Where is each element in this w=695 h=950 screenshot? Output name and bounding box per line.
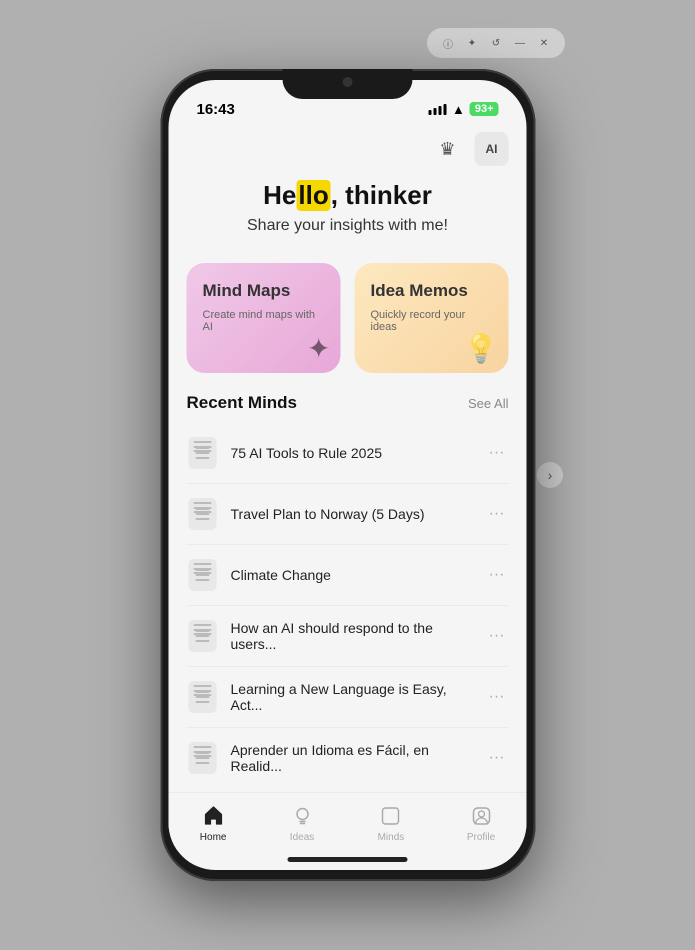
item-text-0: 75 AI Tools to Rule 2025 (231, 445, 473, 461)
notch (283, 69, 413, 99)
minds-icon (378, 803, 404, 829)
bottom-nav: Home Ideas (169, 792, 527, 851)
mind-maps-title: Mind Maps (203, 281, 325, 301)
mind-maps-card[interactable]: Mind Maps Create mind maps with AI ✦ (187, 263, 341, 373)
phone-device: 16:43 ▲ 93+ ♛ AI (160, 69, 535, 881)
list-item[interactable]: Aprender un Idioma es Fácil, en Realid..… (187, 728, 509, 788)
home-icon (200, 803, 226, 829)
content-area[interactable]: ♛ AI Hello, thinker Share your insights … (169, 124, 527, 792)
item-text-5: Aprender un Idioma es Fácil, en Realid..… (231, 742, 473, 774)
recent-list: 75 AI Tools to Rule 2025 ··· Travel Plan… (187, 423, 509, 788)
desktop-background: ⓘ ✦ ↺ — ✕ › 16:43 ▲ (0, 0, 695, 950)
greeting-rest: , thinker (331, 180, 432, 211)
nav-label-home: Home (200, 832, 227, 843)
nav-item-home[interactable]: Home (200, 803, 227, 843)
nav-label-minds: Minds (378, 832, 405, 843)
nav-item-ideas[interactable]: Ideas (289, 803, 315, 843)
battery-badge: 93+ (470, 102, 499, 116)
greeting-subtitle: Share your insights with me! (187, 217, 509, 235)
item-text-1: Travel Plan to Norway (5 Days) (231, 506, 473, 522)
idea-memos-card[interactable]: Idea Memos Quickly record your ideas 💡 (355, 263, 509, 373)
recent-section-title: Recent Minds (187, 393, 298, 413)
list-item[interactable]: How an AI should respond to the users...… (187, 606, 509, 667)
item-more-5[interactable]: ··· (485, 749, 509, 767)
doc-icon-1 (187, 498, 219, 530)
home-indicator (288, 857, 408, 862)
item-more-0[interactable]: ··· (485, 444, 509, 462)
item-more-4[interactable]: ··· (485, 688, 509, 706)
refresh-icon[interactable]: ↺ (487, 34, 505, 52)
info-icon[interactable]: ⓘ (439, 34, 457, 52)
top-actions: ♛ AI (187, 124, 509, 170)
recent-section-header: Recent Minds See All (187, 393, 509, 413)
item-text-4: Learning a New Language is Easy, Act... (231, 681, 473, 713)
signal-bar-3 (439, 106, 442, 115)
item-more-1[interactable]: ··· (485, 505, 509, 523)
idea-memos-icon: 💡 (464, 332, 499, 365)
profile-icon (468, 803, 494, 829)
signal-bar-1 (429, 110, 432, 115)
doc-icon-3 (187, 620, 219, 652)
signal-bars (429, 104, 447, 115)
minimize-icon[interactable]: — (511, 34, 529, 52)
item-text-2: Climate Change (231, 567, 473, 583)
mind-maps-icon: ✦ (307, 332, 330, 365)
star-icon[interactable]: ✦ (463, 34, 481, 52)
doc-icon-0 (187, 437, 219, 469)
greeting-hello-plain: He (263, 180, 296, 211)
idea-memos-subtitle: Quickly record your ideas (371, 309, 493, 333)
nav-item-profile[interactable]: Profile (467, 803, 495, 843)
camera (343, 77, 353, 87)
item-more-2[interactable]: ··· (485, 566, 509, 584)
window-controls: ⓘ ✦ ↺ — ✕ (427, 28, 565, 58)
doc-icon-4 (187, 681, 219, 713)
ideas-icon (289, 803, 315, 829)
see-all-button[interactable]: See All (468, 396, 508, 411)
nav-label-ideas: Ideas (290, 832, 314, 843)
doc-icon-2 (187, 559, 219, 591)
status-icons: ▲ 93+ (429, 102, 499, 117)
status-time: 16:43 (197, 101, 235, 118)
greeting-hello-highlighted: llo (296, 180, 330, 211)
nav-item-minds[interactable]: Minds (378, 803, 405, 843)
mind-maps-subtitle: Create mind maps with AI (203, 309, 325, 333)
signal-bar-4 (444, 104, 447, 115)
doc-icon-5 (187, 742, 219, 774)
crown-icon[interactable]: ♛ (431, 132, 465, 166)
wifi-icon: ▲ (452, 102, 465, 117)
item-text-3: How an AI should respond to the users... (231, 620, 473, 652)
greeting-text: Hello, thinker (187, 180, 509, 211)
ai-icon[interactable]: AI (475, 132, 509, 166)
close-icon[interactable]: ✕ (535, 34, 553, 52)
idea-memos-title: Idea Memos (371, 281, 493, 301)
arrow-right-button[interactable]: › (537, 462, 563, 488)
item-more-3[interactable]: ··· (485, 627, 509, 645)
list-item[interactable]: Learning a New Language is Easy, Act... … (187, 667, 509, 728)
greeting-section: Hello, thinker Share your insights with … (187, 170, 509, 255)
list-item[interactable]: 75 AI Tools to Rule 2025 ··· (187, 423, 509, 484)
cards-row: Mind Maps Create mind maps with AI ✦ Ide… (187, 263, 509, 373)
signal-bar-2 (434, 108, 437, 115)
list-item[interactable]: Climate Change ··· (187, 545, 509, 606)
phone-screen: 16:43 ▲ 93+ ♛ AI (169, 80, 527, 870)
list-item[interactable]: Travel Plan to Norway (5 Days) ··· (187, 484, 509, 545)
nav-label-profile: Profile (467, 832, 495, 843)
